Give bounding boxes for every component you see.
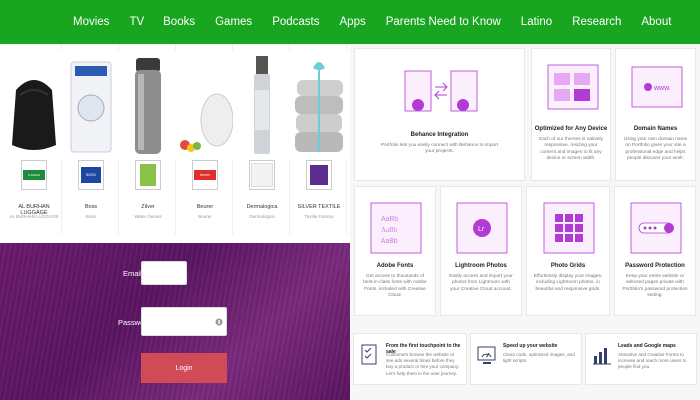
brand-logo: BOSS xyxy=(78,160,104,190)
product-card[interactable]: Dermalogica Dermalogica xyxy=(234,44,290,234)
features-section: Behance Integration Portfolio lets you e… xyxy=(350,44,700,400)
nav-podcasts[interactable]: Podcasts xyxy=(272,16,319,28)
feature-description: Portfolio lets you easily connect with B… xyxy=(380,143,499,155)
fonts-icon: AaBb AaBb AaBb xyxy=(370,202,422,254)
product-subtitle: Textile Factory xyxy=(304,214,334,219)
info-description: Customers browse the website or see ads … xyxy=(386,352,460,376)
email-label: Email xyxy=(123,269,142,278)
feature-description: Effortlessly display your images, includ… xyxy=(533,274,603,292)
towel-stack-image xyxy=(291,50,347,160)
product-name: Beurer xyxy=(196,204,214,210)
email-input[interactable] xyxy=(141,261,187,285)
product-card[interactable]: LUGHAS AL BURHAN LUGGAGE AL BURHAN LUGGA… xyxy=(6,44,62,234)
bottle-image xyxy=(120,50,176,160)
feature-title: Adobe Fonts xyxy=(376,263,414,269)
feature-card-fonts: AaBb AaBb AaBb Adobe Fonts Get access to… xyxy=(354,186,436,316)
feature-description: Easily access and import your photos fro… xyxy=(449,274,513,292)
speed-icon xyxy=(477,346,496,364)
feature-card-behance: Behance Integration Portfolio lets you e… xyxy=(354,48,525,181)
serum-bottle-image xyxy=(234,50,290,160)
feature-title: Domain Names xyxy=(633,126,678,132)
product-name: SILVER TEXTILE xyxy=(297,204,341,210)
nav-apps[interactable]: Apps xyxy=(340,16,366,28)
svg-text:www.: www. xyxy=(653,85,671,92)
nav-movies[interactable]: Movies xyxy=(73,16,109,28)
feature-title: Optimized for Any Device xyxy=(534,126,608,132)
password-icon xyxy=(630,202,682,254)
product-name: Dermalogica xyxy=(246,204,278,210)
grid-icon xyxy=(543,202,595,254)
svg-text:AaBb: AaBb xyxy=(381,238,398,246)
product-card[interactable]: SILVER TEXTILE Textile Factory xyxy=(291,44,347,234)
bag-image xyxy=(6,50,62,160)
feature-description: Keep your entire website or selected pag… xyxy=(622,274,688,299)
checklist-icon xyxy=(361,344,377,365)
info-description: Attractive and Creative Forms to increas… xyxy=(618,352,687,370)
login-button[interactable]: Login xyxy=(141,353,227,383)
domain-icon: www. xyxy=(631,66,683,108)
scale-image xyxy=(177,50,233,160)
brand-logo xyxy=(306,160,332,190)
product-subtitle: AL BURHAN LUGGAGE xyxy=(9,214,59,219)
product-subtitle: Beurer xyxy=(198,214,212,219)
product-name: Boss xyxy=(84,204,98,210)
info-card-speed: Speed up your website Clean code, optimi… xyxy=(470,333,582,385)
nav-tv[interactable]: TV xyxy=(129,16,144,28)
nav-latino[interactable]: Latino xyxy=(521,16,552,28)
product-subtitle: Boss xyxy=(85,214,96,219)
feature-title: Photo Grids xyxy=(550,263,586,269)
lightroom-icon: Lr xyxy=(456,202,508,254)
info-title: Speed up your website xyxy=(503,343,558,349)
feature-card-lightroom: Lr Lightroom Photos Easily access and im… xyxy=(440,186,522,316)
password-input[interactable] xyxy=(141,307,227,336)
product-strip: LUGHAS AL BURHAN LUGGAGE AL BURHAN LUGGA… xyxy=(0,44,350,239)
feature-card-domain: www. Domain Names Using your own domain … xyxy=(615,48,696,181)
washing-machine-image xyxy=(63,50,119,160)
svg-text:AaBb: AaBb xyxy=(381,226,398,234)
devices-icon xyxy=(547,64,599,110)
feature-description: Using your own domain name on Portfolio … xyxy=(623,137,688,162)
feature-title: Behance Integration xyxy=(410,132,469,138)
feature-card-password: Password Protection Keep your entire web… xyxy=(614,186,696,316)
chart-icon xyxy=(593,348,611,365)
feature-title: Password Protection xyxy=(625,263,685,269)
feature-description: Get access to thousands of best-in-class… xyxy=(363,274,427,299)
nav-books[interactable]: Books xyxy=(163,16,195,28)
login-panel: Email Password Login xyxy=(0,243,350,400)
nav-about[interactable]: About xyxy=(641,16,671,28)
feature-card-photo-grids: Photo Grids Effortlessly display your im… xyxy=(526,186,610,316)
product-card[interactable]: BOSS Boss Boss xyxy=(63,44,119,234)
info-title: Leads and Google maps xyxy=(618,343,676,349)
brand-logo xyxy=(249,160,275,190)
brand-logo xyxy=(135,160,161,190)
product-card[interactable]: beurer Beurer Beurer xyxy=(177,44,233,234)
integration-icon xyxy=(404,70,478,112)
brand-logo: LUGHAS xyxy=(21,160,47,190)
password-manager-icon[interactable] xyxy=(215,317,223,327)
nav-parents[interactable]: Parents Need to Know xyxy=(386,16,501,28)
info-description: Clean code, optimized images, and light … xyxy=(503,352,575,364)
product-subtitle: Dermalogica xyxy=(249,214,275,219)
info-card-leads: Leads and Google maps Attractive and Cre… xyxy=(585,333,697,385)
feature-card-devices: Optimized for Any Device Each of our the… xyxy=(531,48,611,181)
svg-text:AaBb: AaBb xyxy=(381,216,398,223)
product-subtitle: Water Genius xyxy=(134,214,162,219)
top-navigation: Movies TV Books Games Podcasts Apps Pare… xyxy=(0,0,700,44)
feature-description: Each of our themes is natively responsiv… xyxy=(539,137,603,162)
svg-text:Lr: Lr xyxy=(478,226,485,233)
info-card-touchpoint: From the first touchpoint to the sale Cu… xyxy=(353,333,467,385)
feature-title: Lightroom Photos xyxy=(455,263,507,269)
product-name: Zilver xyxy=(141,204,155,210)
nav-research[interactable]: Research xyxy=(572,16,621,28)
nav-games[interactable]: Games xyxy=(215,16,252,28)
product-card[interactable]: Zilver Water Genius xyxy=(120,44,176,234)
brand-logo: beurer xyxy=(192,160,218,190)
